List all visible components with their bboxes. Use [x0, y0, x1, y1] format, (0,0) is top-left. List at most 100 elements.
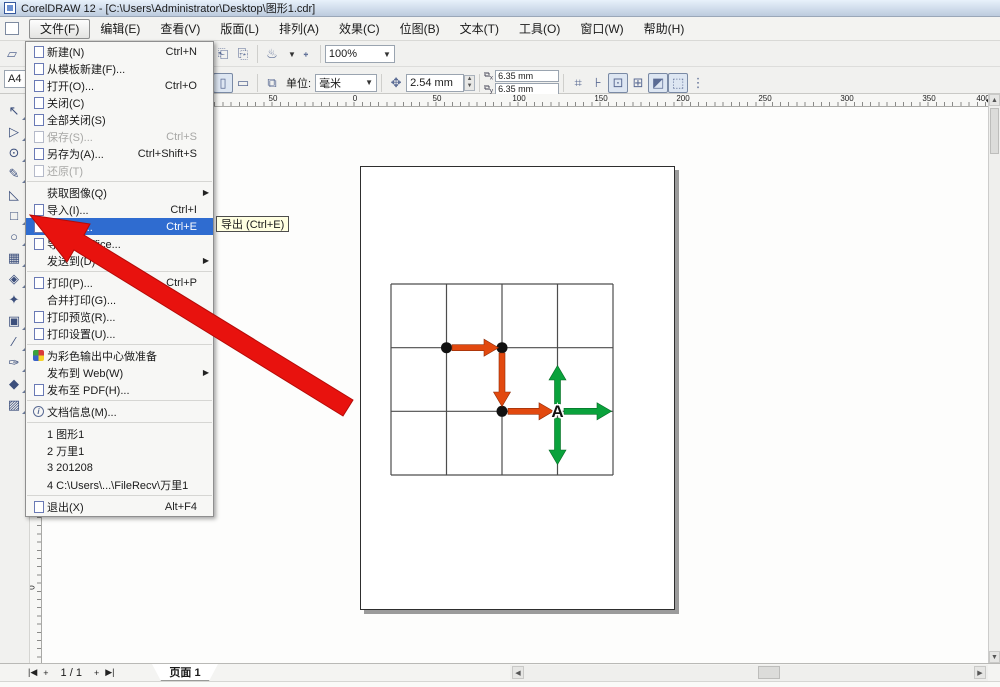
- text-tool[interactable]: ✦: [2, 289, 26, 310]
- menu-item-new-from-template[interactable]: 从模板新建(F)...: [26, 60, 213, 77]
- outline-tool[interactable]: ✑: [2, 352, 26, 373]
- add-page-before-button[interactable]: +: [43, 668, 48, 678]
- graph-paper-tool[interactable]: ▦: [2, 247, 26, 268]
- interactive-blend-tool[interactable]: ▣: [2, 310, 26, 331]
- menu-layout[interactable]: 版面(L): [210, 19, 269, 39]
- menu-separator: [27, 271, 212, 272]
- menu-item-exit[interactable]: 退出(X)Alt+F4: [26, 498, 213, 515]
- menu-item-print-preview[interactable]: 打印预览(R)...: [26, 308, 213, 325]
- application-launcher-icon[interactable]: ♨: [262, 44, 282, 64]
- landscape-icon[interactable]: ▭: [233, 73, 253, 93]
- menu-arrange[interactable]: 排列(A): [269, 19, 329, 39]
- zoom-level-combo[interactable]: 100% ▼: [325, 45, 395, 63]
- menu-item-recent-2[interactable]: 2 万里1: [26, 442, 213, 459]
- menu-tools[interactable]: 工具(O): [509, 19, 570, 39]
- ellipse-tool[interactable]: ○: [2, 226, 26, 247]
- import-icon[interactable]: ⎗: [213, 44, 233, 64]
- corel-draw-window: CorelDRAW 12 - [C:\Users\Administrator\D…: [0, 0, 1000, 687]
- document-page[interactable]: A: [360, 166, 675, 610]
- export-icon[interactable]: ⎘: [233, 44, 253, 64]
- launcher-dropdown-caret[interactable]: ▼: [288, 50, 296, 59]
- zoom-tool[interactable]: ⊙: [2, 142, 26, 163]
- pick-tool[interactable]: ↖: [2, 100, 26, 121]
- set-default-page-icon[interactable]: ⧉: [262, 73, 282, 93]
- nudge-offset-field[interactable]: 2.54 mm: [406, 74, 464, 92]
- menu-item-import[interactable]: 导入(I)...Ctrl+I: [26, 201, 213, 218]
- horizontal-scroll-thumb[interactable]: [758, 666, 780, 679]
- save-as-icon: [30, 147, 47, 161]
- menu-text[interactable]: 文本(T): [450, 19, 509, 39]
- menu-bitmaps[interactable]: 位图(B): [390, 19, 450, 39]
- document-mdi-icon[interactable]: [5, 22, 19, 35]
- zoom-dropdown-caret: ▼: [383, 50, 391, 59]
- page-tab[interactable]: 页面 1: [152, 664, 218, 681]
- menu-item-open[interactable]: 打开(O)...Ctrl+O: [26, 77, 213, 94]
- horizontal-scrollbar[interactable]: ◀ ▶: [510, 665, 988, 681]
- vertical-scrollbar[interactable]: ▲ ▼: [988, 94, 1000, 663]
- property-options-icon[interactable]: ⋮: [688, 73, 708, 93]
- menu-item-new[interactable]: 新建(N)Ctrl+N: [26, 43, 213, 60]
- scroll-left-icon[interactable]: ◀: [512, 666, 524, 679]
- smart-drawing-tool[interactable]: ◺: [2, 184, 26, 205]
- scroll-down-icon[interactable]: ▼: [989, 651, 1000, 663]
- menu-effects[interactable]: 效果(C): [329, 19, 390, 39]
- menu-view[interactable]: 查看(V): [150, 19, 210, 39]
- menu-help[interactable]: 帮助(H): [634, 19, 695, 39]
- dynamic-guides-icon[interactable]: ⊞: [628, 73, 648, 93]
- snap-to-objects-icon[interactable]: ⊡: [608, 73, 628, 93]
- menu-item-recent-3[interactable]: 3 201208: [26, 459, 213, 476]
- units-combo[interactable]: 毫米 ▼: [315, 74, 377, 92]
- menu-item-print-merge[interactable]: 合并打印(G)...: [26, 291, 213, 308]
- print-preview-icon: [30, 310, 47, 324]
- scroll-up-icon[interactable]: ▲: [989, 94, 1000, 106]
- status-bar: [0, 681, 1000, 687]
- menu-item-close-all[interactable]: 全部关闭(S): [26, 111, 213, 128]
- menu-item-document-info[interactable]: i文档信息(M)...: [26, 403, 213, 420]
- menu-file[interactable]: 文件(F): [29, 19, 90, 39]
- menu-item-publish-to-pdf[interactable]: 发布至 PDF(H)...: [26, 381, 213, 398]
- portrait-icon[interactable]: ▯: [213, 73, 233, 93]
- new-document-icon[interactable]: ▱: [2, 44, 22, 64]
- corel-online-icon[interactable]: ᛭: [296, 44, 316, 64]
- menu-separator: [27, 422, 212, 423]
- eyedropper-tool[interactable]: ∕: [2, 331, 26, 352]
- snap-to-grid-icon[interactable]: ⌗: [568, 73, 588, 93]
- menu-window[interactable]: 窗口(W): [570, 19, 633, 39]
- page-navigation: |◀ + 1 / 1 + ▶|: [28, 664, 114, 681]
- freehand-tool[interactable]: ✎: [2, 163, 26, 184]
- add-page-after-button[interactable]: +: [94, 668, 99, 678]
- vertical-scroll-thumb[interactable]: [990, 108, 999, 154]
- snap-to-guidelines-icon[interactable]: ⊦: [588, 73, 608, 93]
- treat-as-filled-icon[interactable]: ◩: [648, 73, 668, 93]
- shape-tool[interactable]: ▷: [2, 121, 26, 142]
- menu-item-export[interactable]: 导出(E)...Ctrl+E: [26, 218, 213, 235]
- duplicate-x-value: 6.35 mm: [498, 71, 533, 81]
- scroll-right-icon[interactable]: ▶: [974, 666, 986, 679]
- interactive-fill-tool[interactable]: ▨: [2, 394, 26, 415]
- menu-item-send-to[interactable]: 发送到(D)▶: [26, 252, 213, 269]
- menu-item-prepare-for-service-bureau[interactable]: 为彩色输出中心做准备: [26, 347, 213, 364]
- nudge-spinner[interactable]: ▲▼: [464, 75, 475, 91]
- marquee-select-icon[interactable]: ⬚: [668, 73, 688, 93]
- menu-item-publish-to-web[interactable]: 发布到 Web(W)▶: [26, 364, 213, 381]
- duplicate-y-value: 6.35 mm: [498, 84, 533, 94]
- print-icon: [30, 276, 47, 290]
- menu-item-print[interactable]: 打印(P)...Ctrl+P: [26, 274, 213, 291]
- menu-item-recent-4[interactable]: 4 C:\Users\...\FileRecv\万里1: [26, 476, 213, 493]
- menu-item-export-office[interactable]: 导出为 Office...: [26, 235, 213, 252]
- menu-item-print-setup[interactable]: 打印设置(U)...: [26, 325, 213, 342]
- rectangle-tool[interactable]: □: [2, 205, 26, 226]
- menu-item-acquire-image[interactable]: 获取图像(Q)▶: [26, 184, 213, 201]
- last-page-button[interactable]: ▶|: [105, 667, 114, 678]
- menu-item-recent-1[interactable]: 1 图形1: [26, 425, 213, 442]
- first-page-button[interactable]: |◀: [28, 667, 37, 678]
- page-indicator: 1 / 1: [61, 667, 82, 679]
- close-all-icon: [30, 113, 47, 127]
- basic-shapes-tool[interactable]: ◈: [2, 268, 26, 289]
- duplicate-x-field[interactable]: 6.35 mm: [495, 70, 559, 82]
- menu-item-close[interactable]: 关闭(C): [26, 94, 213, 111]
- menu-edit[interactable]: 编辑(E): [90, 19, 150, 39]
- fill-tool[interactable]: ◆: [2, 373, 26, 394]
- submenu-arrow-icon: ▶: [203, 368, 209, 377]
- menu-item-save-as[interactable]: 另存为(A)...Ctrl+Shift+S: [26, 145, 213, 162]
